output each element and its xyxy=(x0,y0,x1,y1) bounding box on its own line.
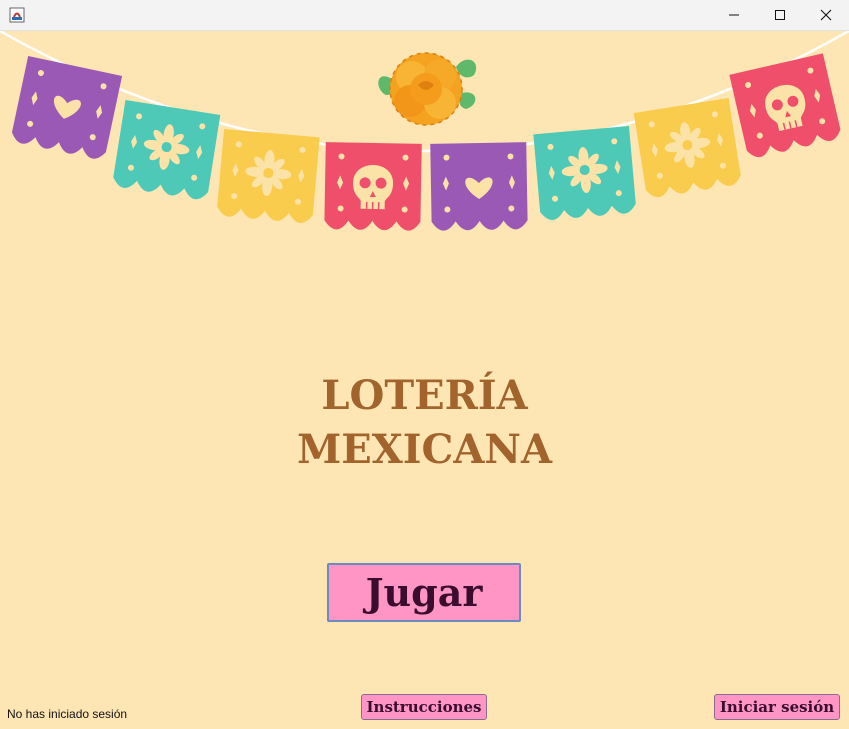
login-button[interactable]: Iniciar sesión xyxy=(714,694,840,720)
instructions-button[interactable]: Instrucciones xyxy=(361,694,487,720)
minimize-button[interactable] xyxy=(711,0,757,30)
banner-flag-yellow-flower xyxy=(216,128,320,225)
maximize-icon xyxy=(775,10,785,20)
banner-flag-yellow-flower-2 xyxy=(633,98,743,199)
banner-flag-purple-heart xyxy=(10,55,123,162)
title-line-2: MEXICANA xyxy=(297,426,552,473)
banner-flag-teal-flower-2 xyxy=(533,125,637,222)
title-bar xyxy=(0,0,849,31)
java-app-icon xyxy=(9,7,25,23)
title-line-1: LOTERÍA xyxy=(321,372,528,419)
close-button[interactable] xyxy=(803,0,849,30)
banner-flag-purple-heart-2 xyxy=(430,142,528,231)
game-title: LOTERÍA MEXICANA xyxy=(0,369,849,477)
session-status: No has iniciado sesión xyxy=(7,707,128,721)
main-panel: LOTERÍA MEXICANA Jugar No has iniciado s… xyxy=(0,31,849,729)
banner-flag-red-skull xyxy=(324,142,422,231)
banner-flag-teal-flower xyxy=(111,100,221,201)
play-button[interactable]: Jugar xyxy=(327,563,521,622)
maximize-button[interactable] xyxy=(757,0,803,30)
banner-flag-red-skull-2 xyxy=(729,53,843,160)
minimize-icon xyxy=(729,14,739,16)
close-icon xyxy=(820,9,832,21)
marigold-flower-icon xyxy=(378,52,477,126)
papel-picado-banner xyxy=(0,31,849,231)
